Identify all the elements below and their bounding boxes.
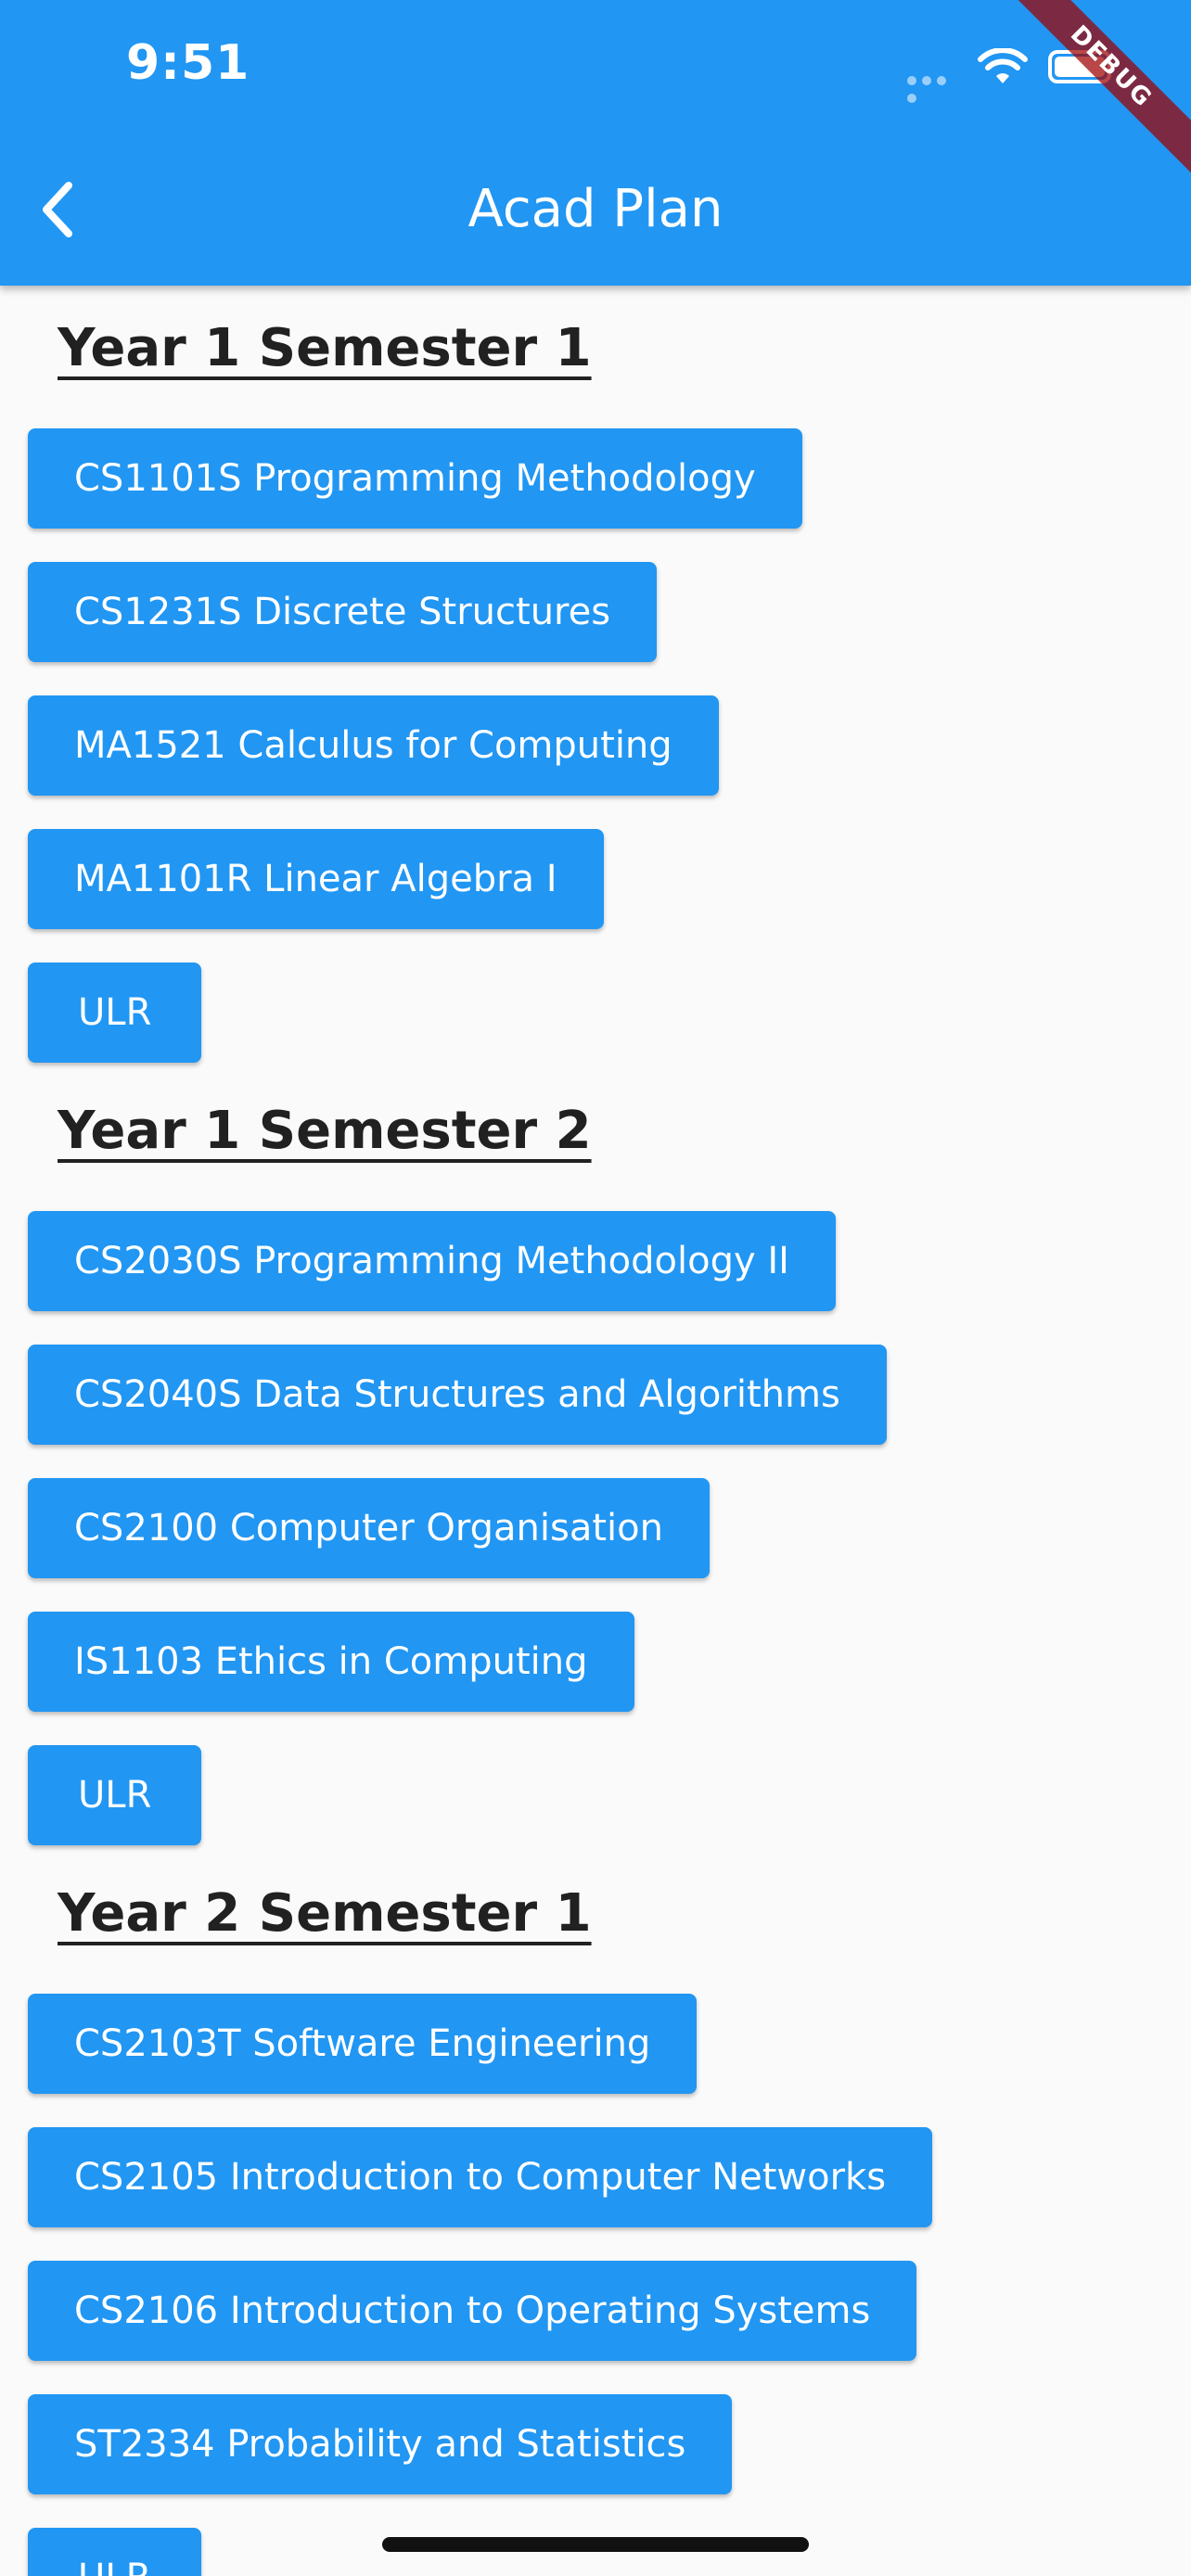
semester-heading: Year 1 Semester 2: [58, 1101, 592, 1161]
wifi-icon: [978, 47, 1028, 85]
module-button[interactable]: ST2334 Probability and Statistics: [28, 2394, 733, 2494]
module-button[interactable]: MA1101R Linear Algebra I: [28, 829, 604, 929]
module-list: CS2103T Software Engineering CS2105 Intr…: [0, 1994, 1191, 2576]
module-button[interactable]: IS1103 Ethics in Computing: [28, 1612, 634, 1712]
module-button[interactable]: CS2106 Introduction to Operating Systems: [28, 2261, 917, 2361]
module-button[interactable]: CS1101S Programming Methodology: [28, 428, 802, 529]
cellular-signal-icon: [907, 76, 965, 103]
module-list: CS2030S Programming Methodology II CS204…: [0, 1211, 1191, 1845]
semester-section: Year 1 Semester 1 CS1101S Programming Me…: [0, 313, 1191, 1063]
app-bar: 9:51 Acad Plan: [0, 0, 1191, 286]
module-button[interactable]: CS2100 Computer Organisation: [28, 1478, 710, 1578]
module-button[interactable]: ULR: [28, 963, 202, 1063]
status-bar-time: 9:51: [126, 35, 250, 91]
module-button[interactable]: ULR: [28, 1745, 202, 1845]
home-indicator[interactable]: [382, 2537, 809, 2552]
semester-heading: Year 2 Semester 1: [58, 1883, 592, 1944]
semester-heading: Year 1 Semester 1: [58, 318, 592, 378]
module-button[interactable]: CS2040S Data Structures and Algorithms: [28, 1345, 887, 1445]
plan-content[interactable]: Year 1 Semester 1 CS1101S Programming Me…: [0, 286, 1191, 2576]
module-list: CS1101S Programming Methodology CS1231S …: [0, 428, 1191, 1063]
module-button[interactable]: CS2030S Programming Methodology II: [28, 1211, 836, 1311]
semester-section: Year 2 Semester 1 CS2103T Software Engin…: [0, 1879, 1191, 2576]
module-button[interactable]: ULR: [28, 2528, 202, 2576]
semester-section: Year 1 Semester 2 CS2030S Programming Me…: [0, 1096, 1191, 1845]
module-button[interactable]: CS2103T Software Engineering: [28, 1994, 698, 2094]
page-title: Acad Plan: [467, 179, 724, 239]
module-button[interactable]: CS1231S Discrete Structures: [28, 562, 658, 662]
battery-icon: [1048, 50, 1111, 83]
module-button[interactable]: CS2105 Introduction to Computer Networks: [28, 2127, 933, 2227]
module-button[interactable]: MA1521 Calculus for Computing: [28, 695, 719, 796]
